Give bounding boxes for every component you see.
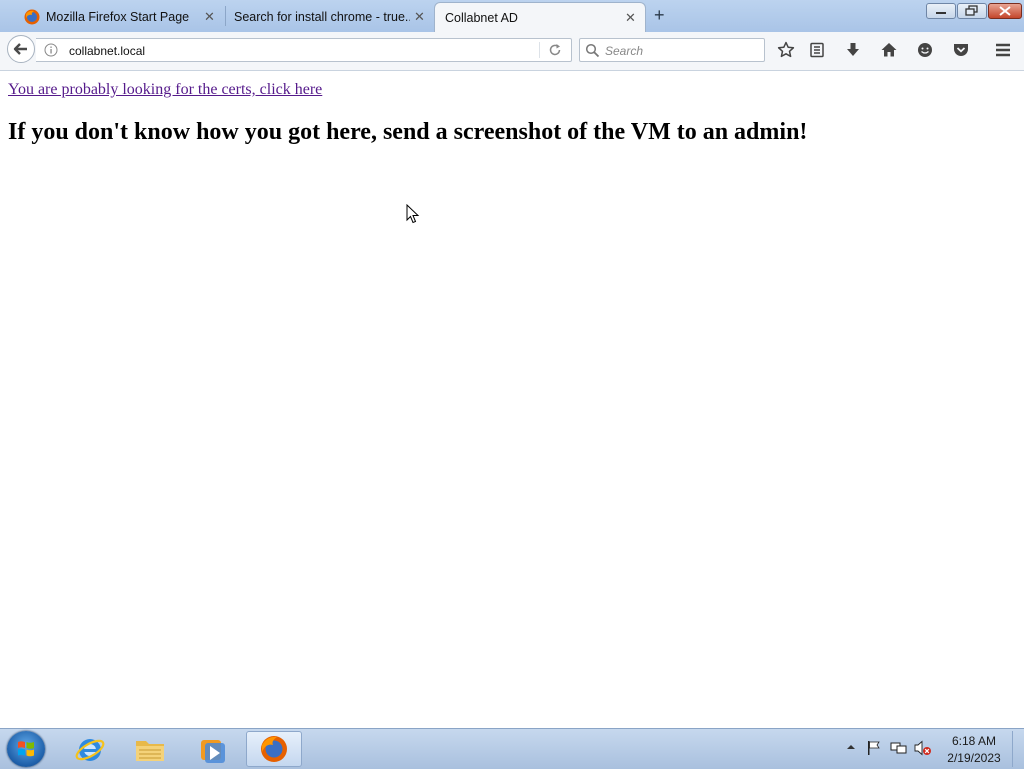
firefox-icon [24, 9, 40, 25]
bookmark-star-icon[interactable] [777, 41, 795, 59]
show-hidden-icons-icon[interactable] [846, 742, 856, 752]
firefox-taskbar-button[interactable] [246, 731, 302, 767]
firefox-icon [261, 736, 287, 762]
pocket-icon[interactable] [952, 41, 970, 59]
tab-search-install-chrome[interactable]: Search for install chrome - true... ✕ [226, 2, 434, 32]
hamburger-menu-icon[interactable] [994, 41, 1012, 59]
search-placeholder: Search [605, 44, 644, 58]
restore-icon [965, 5, 978, 16]
back-arrow-icon [13, 43, 27, 55]
site-info-icon[interactable] [44, 43, 58, 57]
tab-strip: Mozilla Firefox Start Page ✕ Search for … [0, 0, 1024, 32]
tab-collabnet-ad[interactable]: Collabnet AD ✕ [434, 2, 646, 32]
media-player-taskbar-button[interactable] [184, 731, 240, 767]
tab-title: Collabnet AD [445, 11, 518, 25]
volume-muted-icon[interactable] [914, 740, 932, 756]
navigation-toolbar: collabnet.local Search [0, 32, 1024, 71]
page-content: You are probably looking for the certs, … [0, 71, 1024, 728]
media-player-icon [201, 740, 225, 763]
url-bar[interactable]: collabnet.local [36, 38, 572, 62]
new-tab-icon[interactable]: + [654, 5, 665, 26]
windows-taskbar: 6:18 AM 2/19/2023 [0, 728, 1024, 769]
minimize-button[interactable] [926, 3, 956, 19]
page-headline: If you don't know how you got here, send… [8, 119, 808, 145]
windows-logo-icon [18, 741, 34, 757]
start-button[interactable] [7, 731, 45, 767]
tab-title: Mozilla Firefox Start Page [46, 10, 190, 24]
downloads-icon[interactable] [844, 41, 862, 59]
close-window-button[interactable] [988, 3, 1022, 19]
windows-explorer-taskbar-button[interactable] [122, 731, 178, 767]
url-bar-divider [539, 42, 540, 58]
internet-explorer-taskbar-button[interactable] [62, 731, 118, 767]
reload-icon[interactable] [548, 43, 562, 57]
tab-firefox-start-page[interactable]: Mozilla Firefox Start Page ✕ [16, 2, 224, 32]
bookmarks-menu-icon[interactable] [808, 41, 826, 59]
close-tab-icon[interactable]: ✕ [625, 10, 636, 26]
clock-date[interactable]: 2/19/2023 [942, 751, 1006, 765]
clock-time[interactable]: 6:18 AM [946, 734, 1002, 748]
home-icon[interactable] [880, 41, 898, 59]
restore-button[interactable] [957, 3, 987, 19]
close-icon [999, 6, 1011, 16]
minimize-icon [936, 12, 946, 14]
hello-chat-icon[interactable] [916, 41, 934, 59]
show-desktop-button[interactable] [1012, 731, 1024, 767]
back-button[interactable] [7, 35, 35, 63]
tab-title: Search for install chrome - true... [234, 10, 410, 24]
network-icon[interactable] [890, 740, 908, 756]
action-center-flag-icon[interactable] [866, 740, 882, 756]
close-tab-icon[interactable]: ✕ [204, 9, 215, 25]
search-icon [585, 43, 600, 58]
certs-link[interactable]: You are probably looking for the certs, … [8, 81, 322, 99]
internet-explorer-icon [75, 739, 105, 761]
search-input[interactable]: Search [579, 38, 765, 62]
close-tab-icon[interactable]: ✕ [414, 9, 425, 25]
url-text[interactable]: collabnet.local [69, 44, 145, 58]
mouse-cursor-icon [406, 204, 420, 224]
folder-icon [136, 741, 164, 761]
